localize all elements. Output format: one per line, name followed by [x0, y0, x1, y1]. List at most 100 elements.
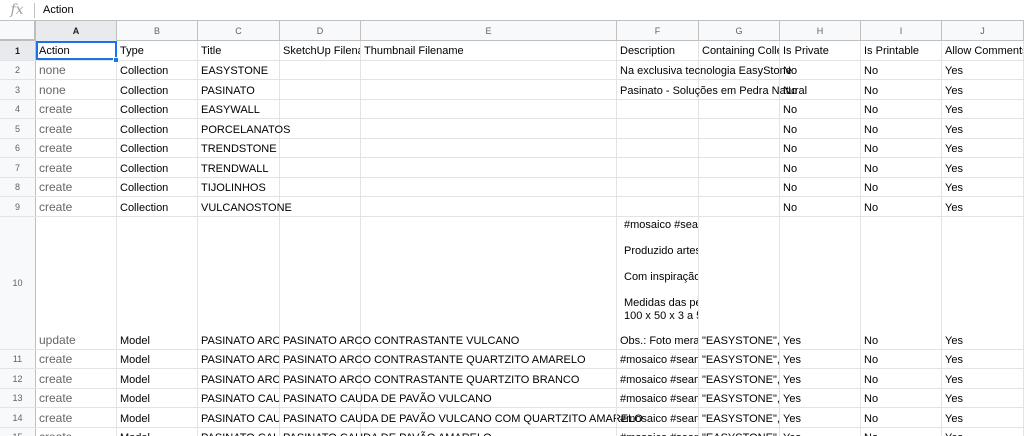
cell-b15[interactable]: Model — [117, 428, 198, 436]
cell-d14[interactable]: PASINATO CAUDA DE PAVÃO VULCANO COM QUAR… — [280, 408, 643, 427]
column-header-j[interactable]: J — [942, 21, 1024, 41]
row-header-15[interactable]: 15 — [0, 428, 36, 436]
cell-a8[interactable]: create — [36, 178, 117, 196]
cell-b7[interactable]: Collection — [117, 158, 198, 177]
cell-i7[interactable]: No — [861, 158, 942, 177]
cell-g6[interactable] — [699, 139, 780, 157]
cell-h9[interactable]: No — [780, 197, 861, 216]
cell-g4[interactable] — [699, 100, 780, 118]
row-header-11[interactable]: 11 — [0, 350, 36, 368]
row-header-6[interactable]: 6 — [0, 139, 36, 157]
cell-j9[interactable]: Yes — [942, 197, 1024, 216]
cell-c15[interactable]: PASINATO CAUDA DE PAVÃO AMARELO — [198, 428, 280, 436]
cell-d10[interactable]: PASINATO ARCO CONTRASTANTE VULCANO — [280, 217, 519, 349]
cell-f2[interactable]: Na exclusiva tecnologia EasyStone — [617, 61, 792, 79]
cell-e14[interactable] — [361, 408, 617, 427]
select-all-corner[interactable] — [0, 21, 36, 41]
cell-f4[interactable] — [617, 100, 699, 118]
cell-i14[interactable]: No — [861, 408, 942, 427]
cell-c2[interactable]: EASYSTONE — [198, 61, 280, 79]
row-header-13[interactable]: 13 — [0, 389, 36, 407]
cell-h5[interactable]: No — [780, 119, 861, 138]
cell-c14[interactable]: PASINATO CAUDA DE PAVÃO VULCANO COM QUAR… — [198, 408, 280, 427]
cell-c7[interactable]: TRENDWALL — [198, 158, 280, 177]
cell-j2[interactable]: Yes — [942, 61, 1024, 79]
row-header-12[interactable]: 12 — [0, 369, 36, 388]
cell-h12[interactable]: Yes — [780, 369, 861, 388]
cell-i5[interactable]: No — [861, 119, 942, 138]
cell-d3[interactable] — [280, 80, 361, 99]
cell-c13[interactable]: PASINATO CAUDA DE PAVÃO VULCANO — [198, 389, 280, 407]
cell-j10[interactable]: Yes — [942, 217, 1024, 349]
cell-e7[interactable] — [361, 158, 617, 177]
cell-b10[interactable]: Model — [117, 217, 198, 349]
cell-a2[interactable]: none — [36, 61, 117, 79]
cell-c3[interactable]: PASINATO — [198, 80, 280, 99]
cell-c1[interactable]: Title — [198, 41, 280, 60]
cell-d15[interactable]: PASINATO CAUDA DE PAVÃO AMARELO — [280, 428, 492, 436]
cell-e3[interactable] — [361, 80, 617, 99]
cell-h15[interactable]: Yes — [780, 428, 861, 436]
cell-a15[interactable]: create — [36, 428, 117, 436]
column-header-b[interactable]: B — [117, 21, 198, 41]
row-header-2[interactable]: 2 — [0, 61, 36, 79]
cell-j5[interactable]: Yes — [942, 119, 1024, 138]
cell-i3[interactable]: No — [861, 80, 942, 99]
cell-g5[interactable] — [699, 119, 780, 138]
cell-a11[interactable]: create — [36, 350, 117, 368]
cell-a3[interactable]: none — [36, 80, 117, 99]
cell-b8[interactable]: Collection — [117, 178, 198, 196]
cell-c5[interactable]: PORCELANATOS — [198, 119, 290, 138]
cell-j13[interactable]: Yes — [942, 389, 1024, 407]
cell-i4[interactable]: No — [861, 100, 942, 118]
cell-g9[interactable] — [699, 197, 780, 216]
cell-j1[interactable]: Allow Comments — [942, 41, 1024, 60]
cell-h11[interactable]: Yes — [780, 350, 861, 368]
cell-h6[interactable]: No — [780, 139, 861, 157]
cell-e13[interactable] — [361, 389, 617, 407]
cell-d6[interactable] — [280, 139, 361, 157]
row-header-10[interactable]: 10 — [0, 217, 36, 349]
cell-f8[interactable] — [617, 178, 699, 196]
cell-d13[interactable]: PASINATO CAUDA DE PAVÃO VULCANO — [280, 389, 492, 407]
row-header-1[interactable]: 1 — [0, 41, 36, 60]
cell-d5[interactable] — [280, 119, 361, 138]
column-header-c[interactable]: C — [198, 21, 280, 41]
cell-f10[interactable]: Obs.: Foto meramente ilustrativa — [617, 217, 699, 349]
cell-g15[interactable]: "EASYSTONE", "PASINATO" — [699, 428, 780, 436]
cell-i15[interactable]: No — [861, 428, 942, 436]
cell-a4[interactable]: create — [36, 100, 117, 118]
cell-d1[interactable]: SketchUp Filename — [280, 41, 361, 60]
row-header-8[interactable]: 8 — [0, 178, 36, 196]
cell-a12[interactable]: create — [36, 369, 117, 388]
cell-g8[interactable] — [699, 178, 780, 196]
cell-j6[interactable]: Yes — [942, 139, 1024, 157]
cell-f11[interactable]: #mosaico #seamless — [617, 350, 699, 368]
cell-a6[interactable]: create — [36, 139, 117, 157]
cell-b11[interactable]: Model — [117, 350, 198, 368]
cell-i1[interactable]: Is Printable — [861, 41, 942, 60]
cell-j12[interactable]: Yes — [942, 369, 1024, 388]
cell-d9[interactable] — [280, 197, 361, 216]
column-header-d[interactable]: D — [280, 21, 361, 41]
cell-i2[interactable]: No — [861, 61, 942, 79]
cell-f5[interactable] — [617, 119, 699, 138]
cell-i9[interactable]: No — [861, 197, 942, 216]
cell-j3[interactable]: Yes — [942, 80, 1024, 99]
column-header-f[interactable]: F — [617, 21, 699, 41]
row-header-4[interactable]: 4 — [0, 100, 36, 118]
cell-g7[interactable] — [699, 158, 780, 177]
cell-e5[interactable] — [361, 119, 617, 138]
cell-g11[interactable]: "EASYSTONE", "PASINATO" — [699, 350, 780, 368]
cell-i8[interactable]: No — [861, 178, 942, 196]
cell-a1[interactable]: Action — [36, 41, 117, 60]
cell-c12[interactable]: PASINATO ARCO CONTRASTANTE QUARTZITO BRA… — [198, 369, 280, 388]
cell-a10[interactable]: update — [36, 217, 117, 349]
cell-c4[interactable]: EASYWALL — [198, 100, 280, 118]
cell-b6[interactable]: Collection — [117, 139, 198, 157]
column-header-h[interactable]: H — [780, 21, 861, 41]
cell-g10[interactable]: "EASYSTONE", "PASINATO" — [699, 217, 780, 349]
cell-d4[interactable] — [280, 100, 361, 118]
cell-d12[interactable]: PASINATO ARCO CONTRASTANTE QUARTZITO BRA… — [280, 369, 579, 388]
cell-g1[interactable]: Containing Collections — [699, 41, 780, 60]
